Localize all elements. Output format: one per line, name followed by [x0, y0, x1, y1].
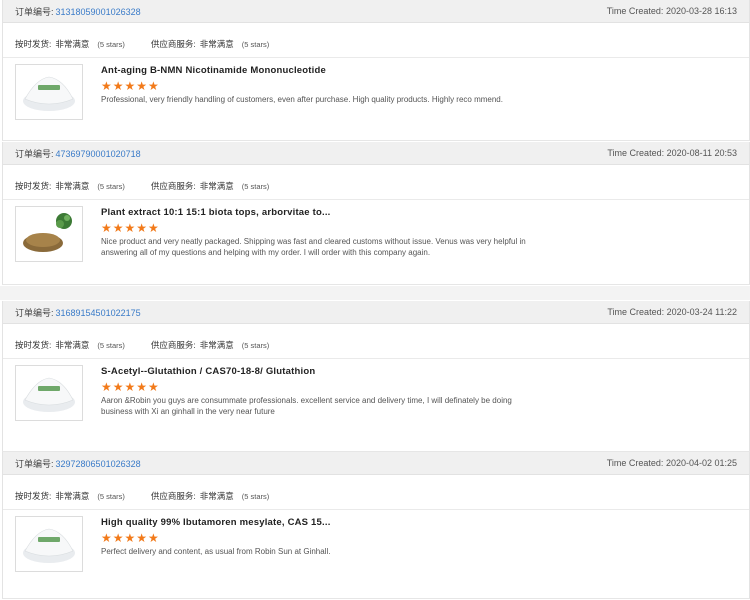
- time-created-label: Time Created:: [606, 458, 664, 468]
- order-card: 订单编号: 31318059001026328 Time Created: 202…: [2, 0, 750, 141]
- order-number-group: 订单编号: 32972806501026328: [15, 457, 141, 470]
- star-rating: ★★★★★: [101, 79, 160, 93]
- time-created-label: Time Created:: [607, 307, 665, 317]
- section-divider: [0, 286, 750, 300]
- time-created: Time Created: 2020-03-24 11:22: [607, 307, 737, 317]
- order-number-label: 订单编号:: [15, 148, 54, 159]
- order-card: 订单编号: 31689154501022175 Time Created: 202…: [2, 301, 750, 452]
- review-comment: Aaron &Robin you guys are consummate pro…: [101, 396, 512, 416]
- white-powder-pile-icon: [23, 76, 75, 111]
- star-rating: ★★★★★: [101, 380, 160, 394]
- item-details: High quality 99% Ibutamoren mesylate, CA…: [101, 517, 541, 558]
- review-comment: Perfect delivery and content, as usual f…: [101, 547, 331, 556]
- product-title[interactable]: Ant-aging B-NMN Nicotinamide Mononucleot…: [101, 65, 541, 76]
- service-rating-stars: (5 stars): [241, 491, 270, 501]
- order-number-group: 订单编号: 31318059001026328: [15, 5, 141, 18]
- white-powder-pile-icon: [23, 528, 75, 563]
- order-card: 订单编号: 47369790001020718 Time Created: 202…: [2, 142, 750, 285]
- time-created-label: Time Created:: [606, 6, 664, 16]
- time-created-value: 2020-03-28 16:13: [665, 6, 737, 16]
- ship-rating-value: 非常满意: [55, 340, 90, 350]
- product-title[interactable]: S-Acetyl--Glutathion / CAS70-18-8/ Gluta…: [101, 366, 541, 377]
- service-rating-label: 供应商服务:: [150, 340, 196, 350]
- service-rating-stars: (5 stars): [241, 39, 270, 49]
- ship-rating-label: 按时发货:: [15, 491, 52, 501]
- order-header: 订单编号: 31689154501022175 Time Created: 202…: [3, 301, 749, 324]
- time-created: Time Created: 2020-03-28 16:13: [607, 6, 737, 16]
- star-rating: ★★★★★: [101, 221, 160, 235]
- order-number-link[interactable]: 47369790001020718: [56, 149, 141, 159]
- item-details: Plant extract 10:1 15:1 biota tops, arbo…: [101, 207, 541, 258]
- service-rating-stars: (5 stars): [241, 181, 270, 191]
- order-number-link[interactable]: 32972806501026328: [56, 459, 141, 469]
- time-created: Time Created: 2020-08-11 20:53: [607, 148, 737, 158]
- order-number-label: 订单编号:: [15, 6, 54, 17]
- order-number-group: 订单编号: 47369790001020718: [15, 147, 141, 160]
- time-created-value: 2020-04-02 01:25: [665, 458, 737, 468]
- time-created-value: 2020-03-24 11:22: [666, 307, 737, 317]
- product-thumbnail[interactable]: [15, 64, 83, 120]
- service-rating-label: 供应商服务:: [150, 181, 196, 191]
- rating-row: 按时发货: 非常满意 (5 stars) 供应商服务: 非常满意 (5 star…: [3, 173, 749, 200]
- ship-rating-value: 非常满意: [55, 181, 90, 191]
- product-thumbnail[interactable]: [15, 516, 83, 572]
- ship-rating-value: 非常满意: [55, 39, 90, 49]
- time-created: Time Created: 2020-04-02 01:25: [607, 458, 737, 468]
- white-powder-pile-icon: [23, 377, 75, 412]
- review-comment: Nice product and very neatly packaged. S…: [101, 237, 526, 257]
- item-details: S-Acetyl--Glutathion / CAS70-18-8/ Gluta…: [101, 366, 541, 417]
- service-rating-stars: (5 stars): [241, 340, 270, 350]
- rating-row: 按时发货: 非常满意 (5 stars) 供应商服务: 非常满意 (5 star…: [3, 332, 749, 359]
- product-thumbnail[interactable]: [15, 365, 83, 421]
- service-rating-label: 供应商服务:: [150, 39, 196, 49]
- ship-rating-stars: (5 stars): [97, 181, 125, 191]
- order-number-group: 订单编号: 31689154501022175: [15, 306, 141, 319]
- service-rating-value: 非常满意: [199, 491, 234, 501]
- ship-rating-stars: (5 stars): [97, 491, 125, 501]
- product-title[interactable]: High quality 99% Ibutamoren mesylate, CA…: [101, 517, 541, 528]
- product-thumbnail[interactable]: [15, 206, 83, 262]
- service-rating-label: 供应商服务:: [150, 491, 196, 501]
- order-item: Plant extract 10:1 15:1 biota tops, arbo…: [3, 200, 749, 272]
- ship-rating-stars: (5 stars): [97, 340, 125, 350]
- order-header: 订单编号: 47369790001020718 Time Created: 202…: [3, 142, 749, 165]
- order-item: S-Acetyl--Glutathion / CAS70-18-8/ Gluta…: [3, 359, 749, 431]
- order-item: Ant-aging B-NMN Nicotinamide Mononucleot…: [3, 58, 749, 130]
- review-comment: Professional, very friendly handling of …: [101, 95, 503, 104]
- order-header: 订单编号: 31318059001026328 Time Created: 202…: [3, 0, 749, 23]
- service-rating-value: 非常满意: [199, 181, 234, 191]
- ship-rating-label: 按时发货:: [15, 340, 52, 350]
- star-rating: ★★★★★: [101, 531, 160, 545]
- herbal-powder-icon: [23, 213, 72, 252]
- time-created-value: 2020-08-11 20:53: [666, 148, 737, 158]
- order-number-label: 订单编号:: [15, 307, 54, 318]
- order-header: 订单编号: 32972806501026328 Time Created: 202…: [3, 452, 749, 475]
- ship-rating-label: 按时发货:: [15, 181, 52, 191]
- ship-rating-value: 非常满意: [55, 491, 90, 501]
- rating-row: 按时发货: 非常满意 (5 stars) 供应商服务: 非常满意 (5 star…: [3, 31, 749, 58]
- ship-rating-stars: (5 stars): [97, 39, 125, 49]
- service-rating-value: 非常满意: [199, 39, 234, 49]
- order-number-link[interactable]: 31689154501022175: [56, 308, 141, 318]
- time-created-label: Time Created:: [607, 148, 665, 158]
- item-details: Ant-aging B-NMN Nicotinamide Mononucleot…: [101, 65, 541, 106]
- rating-row: 按时发货: 非常满意 (5 stars) 供应商服务: 非常满意 (5 star…: [3, 483, 749, 510]
- order-number-label: 订单编号:: [15, 458, 54, 469]
- ship-rating-label: 按时发货:: [15, 39, 52, 49]
- order-item: High quality 99% Ibutamoren mesylate, CA…: [3, 510, 749, 582]
- order-card: 订单编号: 32972806501026328 Time Created: 202…: [2, 452, 750, 599]
- order-number-link[interactable]: 31318059001026328: [56, 7, 141, 17]
- service-rating-value: 非常满意: [199, 340, 234, 350]
- product-title[interactable]: Plant extract 10:1 15:1 biota tops, arbo…: [101, 207, 541, 218]
